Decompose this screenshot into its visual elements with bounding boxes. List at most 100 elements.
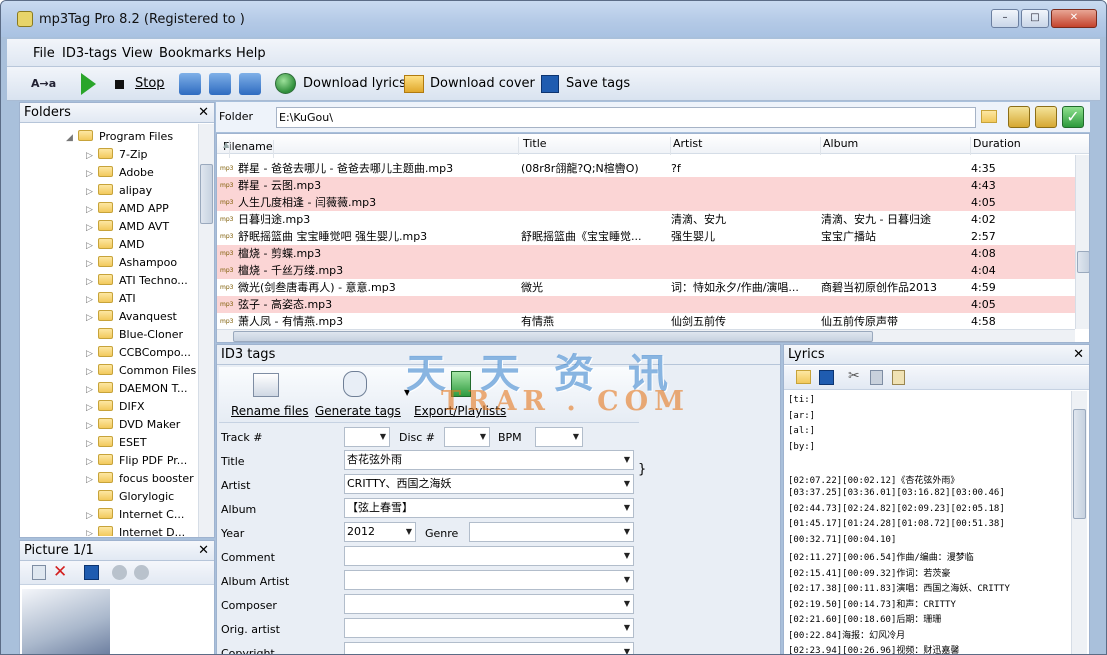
menu-bookmarks[interactable]: Bookmarks xyxy=(159,46,232,61)
table-row[interactable]: mp3 檀烧 - 千丝万缕.mp3 4:04 xyxy=(217,262,1077,279)
file-list-scrollbar[interactable] xyxy=(1075,155,1089,329)
maximize-button[interactable]: □ xyxy=(1021,9,1049,28)
tree-item[interactable]: Glorylogic xyxy=(86,488,174,506)
prev-picture-icon[interactable] xyxy=(112,565,127,580)
lyrics-line: [02:07.22][00:02.12]《杏花弦外雨》 xyxy=(788,475,960,486)
tree-item[interactable]: ▷ DIFX xyxy=(86,398,145,416)
tag-copy-icon[interactable] xyxy=(209,73,231,95)
download-lyrics-button[interactable]: Download lyrics xyxy=(303,73,406,95)
table-row[interactable]: mp3 弦子 - 高姿态.mp3 4:05 xyxy=(217,296,1077,313)
composer-input[interactable]: ▼ xyxy=(344,594,634,614)
bpm-input[interactable]: ▼ xyxy=(535,427,583,447)
stop-button[interactable]: Stop xyxy=(135,73,165,95)
lyrics-scrollbar[interactable] xyxy=(1071,391,1087,654)
column-title[interactable]: Title xyxy=(523,137,671,155)
save-tags-button[interactable]: Save tags xyxy=(566,73,630,95)
tree-item[interactable]: ▷ Internet D... xyxy=(86,524,185,536)
tree-item[interactable]: ▷ DVD Maker xyxy=(86,416,180,434)
close-lyrics-icon[interactable]: ✕ xyxy=(1073,345,1084,364)
table-row[interactable]: mp3 微光(剑叁唐毒再人) - 意意.mp3 微光 词：恃如永夕/作曲/演唱... 商… xyxy=(217,279,1077,296)
open-folder-icon[interactable] xyxy=(1035,106,1057,128)
tree-item[interactable]: ▷ focus booster xyxy=(86,470,194,488)
multiline-brace: } xyxy=(638,462,647,477)
table-row[interactable]: mp3 萧人凤 - 有情燕.mp3 有情燕 仙剑五前传 仙五前传原声带 4:58 xyxy=(217,313,1077,330)
artist-input[interactable]: CRITTY、西国之海妖 ▼ xyxy=(344,474,634,494)
menu-file[interactable]: File xyxy=(33,46,55,61)
stop-icon xyxy=(115,80,124,89)
tree-item[interactable]: ▷ Common Files xyxy=(86,362,196,380)
tree-item[interactable]: Blue-Cloner xyxy=(86,326,183,344)
tag-reorder-icon[interactable] xyxy=(239,73,261,95)
tree-item[interactable]: ▷ AMD APP xyxy=(86,200,169,218)
table-row[interactable]: mp3 舒眠摇篮曲 宝宝睡觉吧 强生婴儿.mp3 舒眠摇篮曲《宝宝睡觉... 强生婴儿… xyxy=(217,228,1077,245)
close-folders-icon[interactable]: ✕ xyxy=(198,103,209,122)
album-artist-input[interactable]: ▼ xyxy=(344,570,634,590)
table-row[interactable]: mp3 群星 - 云图.mp3 4:43 xyxy=(217,177,1077,194)
table-row[interactable]: mp3 日暮归途.mp3 清滴、安九 清滴、安九 - 日暮归途 4:02 xyxy=(217,211,1077,228)
confirm-folder-icon[interactable]: ✓ xyxy=(1062,106,1084,128)
column-artist[interactable]: Artist xyxy=(673,137,821,155)
tree-item[interactable]: ▷ AMD AVT xyxy=(86,218,169,236)
tree-item[interactable]: ▷ CCBCompo... xyxy=(86,344,191,362)
tag-transfer-icon[interactable] xyxy=(179,73,201,95)
save-lyrics-icon[interactable] xyxy=(819,370,834,385)
tree-item[interactable]: ▷ 7-Zip xyxy=(86,146,148,164)
menu-help[interactable]: Help xyxy=(236,46,266,61)
disc-input[interactable]: ▼ xyxy=(444,427,490,447)
table-row[interactable]: mp3 群星 - 爸爸去哪儿 - 爸爸去哪儿主题曲.mp3 (08r8r翖龍?Q;N… xyxy=(217,160,1077,177)
column-duration[interactable]: Duration xyxy=(973,137,1073,155)
delete-picture-icon[interactable]: ✕ xyxy=(53,562,67,582)
album-input[interactable]: 【弦上春雪】 ▼ xyxy=(344,498,634,518)
folder-path-input[interactable]: E:\KuGou\ xyxy=(276,107,976,128)
title-input[interactable]: 杏花弦外雨 ▼ xyxy=(344,450,634,470)
tree-item[interactable]: ▷ Adobe xyxy=(86,164,154,182)
copyright-input[interactable]: ▼ xyxy=(344,642,634,654)
tree-item[interactable]: ▷ Avanquest xyxy=(86,308,177,326)
tree-item[interactable]: ▷ Flip PDF Pr... xyxy=(86,452,187,470)
folder-up-icon[interactable] xyxy=(1008,106,1030,128)
browse-folder-icon[interactable] xyxy=(981,110,997,123)
cover-image xyxy=(22,589,110,654)
play-icon[interactable] xyxy=(81,73,96,95)
menu-view[interactable]: View xyxy=(122,46,153,61)
tree-item[interactable]: ▷ ATI Techno... xyxy=(86,272,188,290)
minimize-button[interactable]: – xyxy=(991,9,1019,28)
copy-icon[interactable] xyxy=(870,370,883,385)
tree-item[interactable]: ▷ Internet C... xyxy=(86,506,184,524)
menu-id3-tags[interactable]: ID3-tags xyxy=(62,46,117,61)
track-input[interactable]: ▼ xyxy=(344,427,390,447)
generate-tags-button[interactable]: Generate tags xyxy=(315,404,401,418)
open-lyrics-icon[interactable] xyxy=(796,370,811,384)
tree-item[interactable]: ▷ ESET xyxy=(86,434,147,452)
paste-icon[interactable] xyxy=(892,370,905,385)
genre-select[interactable]: ▼ xyxy=(469,522,634,542)
cut-icon[interactable]: ✂ xyxy=(848,368,860,384)
tree-item-program-files[interactable]: ◢ Program Files xyxy=(66,128,173,146)
save-picture-icon[interactable] xyxy=(84,565,99,580)
folders-scrollbar[interactable] xyxy=(198,124,214,537)
close-picture-icon[interactable]: ✕ xyxy=(198,541,209,560)
table-row[interactable]: mp3 人生几度相逢 - 闫薇薇.mp3 4:05 xyxy=(217,194,1077,211)
load-picture-icon[interactable] xyxy=(32,565,46,580)
tree-item[interactable]: ▷ DAEMON T... xyxy=(86,380,188,398)
column-filename[interactable]: Filename ▲ xyxy=(223,137,519,158)
file-list-header: Filename ▲ Title Artist Album Duration xyxy=(217,134,1089,158)
tree-item[interactable]: ▷ alipay xyxy=(86,182,152,200)
tree-item[interactable]: ▷ AMD xyxy=(86,236,145,254)
next-picture-icon[interactable] xyxy=(134,565,149,580)
download-cover-button[interactable]: Download cover xyxy=(430,73,535,95)
close-button[interactable]: ✕ xyxy=(1051,9,1097,28)
column-album[interactable]: Album xyxy=(823,137,971,155)
case-mode-button[interactable]: A→a xyxy=(31,73,56,95)
year-input[interactable]: 2012 ▼ xyxy=(344,522,416,542)
orig-artist-input[interactable]: ▼ xyxy=(344,618,634,638)
cell-duration: 4:58 xyxy=(971,315,996,328)
lyrics-line: [02:21.60][00:18.60]后期：珊珊 xyxy=(788,615,942,625)
tree-item[interactable]: ▷ ATI xyxy=(86,290,136,308)
comment-input[interactable]: ▼ xyxy=(344,546,634,566)
table-row[interactable]: mp3 檀烧 - 剪蝶.mp3 4:08 xyxy=(217,245,1077,262)
rename-files-button[interactable]: Rename files xyxy=(231,404,309,418)
picture-panel: Picture 1/1 ✕ ✕ xyxy=(19,540,215,654)
app-icon xyxy=(17,11,33,27)
tree-item[interactable]: ▷ Ashampoo xyxy=(86,254,177,272)
